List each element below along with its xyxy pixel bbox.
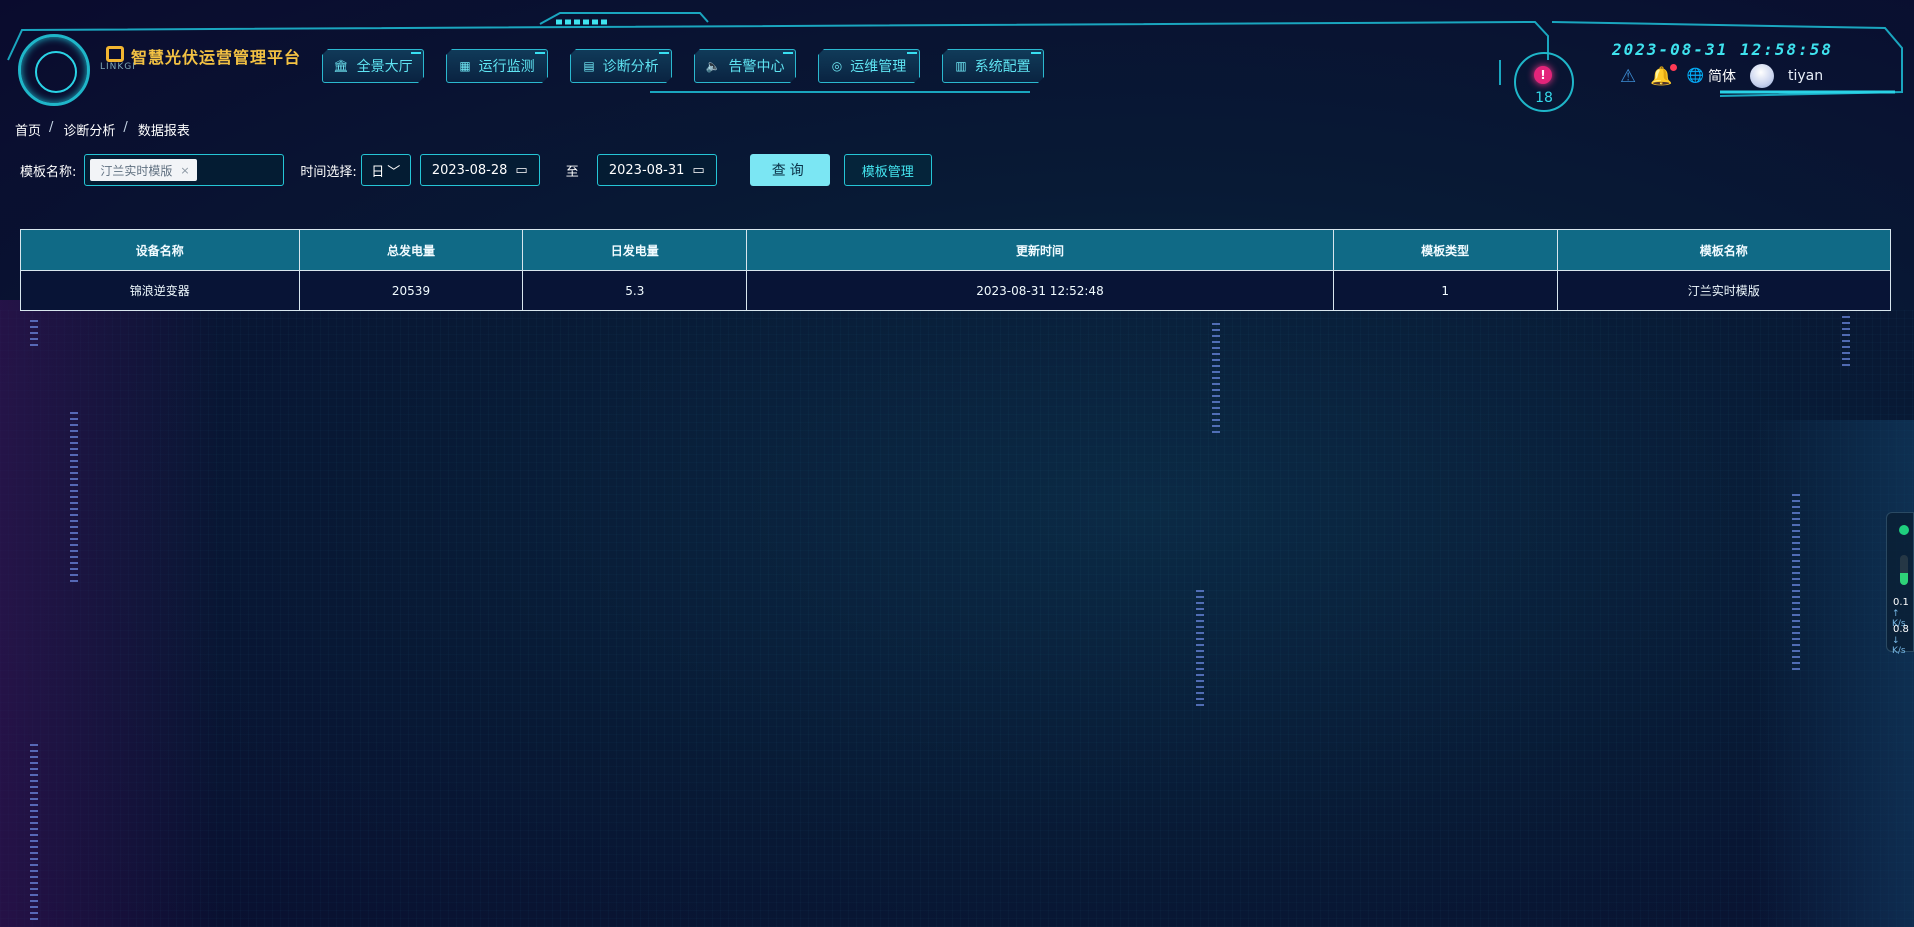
breadcrumb-home[interactable]: 首页 bbox=[15, 120, 41, 139]
brand-logo-icon bbox=[106, 46, 124, 62]
nav-maintenance[interactable]: ◎ 运维管理 bbox=[818, 49, 920, 83]
museum-icon: 🏛 bbox=[333, 59, 349, 73]
nav-operation-monitoring[interactable]: ▦ 运行监测 bbox=[446, 49, 548, 83]
cell-template-type: 1 bbox=[1332, 270, 1558, 311]
calendar-icon: ▭ bbox=[692, 162, 705, 178]
decor-bar bbox=[30, 316, 38, 346]
cell-total-generation: 20539 bbox=[298, 270, 524, 311]
decor-bar bbox=[70, 412, 78, 582]
brand-subtitle: LINKGI bbox=[100, 62, 136, 72]
cell-update-time: 2023-08-31 12:52:48 bbox=[746, 270, 1334, 311]
decor-bar bbox=[1212, 323, 1220, 433]
username[interactable]: tiyan bbox=[1788, 68, 1823, 84]
current-datetime: 2023-08-31 12:58:58 bbox=[1612, 40, 1834, 59]
nav-diagnosis-analysis[interactable]: ▤ 诊断分析 bbox=[570, 49, 672, 83]
time-select-label: 时间选择: bbox=[300, 164, 357, 180]
usage-bar bbox=[1900, 555, 1908, 585]
nav-panorama-hall[interactable]: 🏛 全景大厅 bbox=[322, 49, 424, 83]
grid-icon: ▦ bbox=[459, 59, 471, 73]
alarm-count: 18 bbox=[1535, 90, 1553, 106]
document-icon: ▤ bbox=[583, 59, 595, 73]
logo-emblem bbox=[18, 34, 90, 106]
template-select[interactable]: 汀兰实时模版 × bbox=[84, 154, 285, 186]
period-select[interactable]: 日 ﹀ bbox=[360, 154, 411, 186]
start-date-picker[interactable]: 2023-08-28 ▭ bbox=[419, 154, 540, 186]
header-tools: ⚠ 🔔 🌐 简体 tiyan bbox=[1620, 63, 1823, 88]
date-range-separator: 至 bbox=[565, 164, 579, 180]
breadcrumb-separator: / bbox=[49, 120, 54, 135]
globe-icon: 🌐 bbox=[1686, 68, 1704, 84]
template-tag: 汀兰实时模版 × bbox=[90, 159, 197, 181]
alarm-exclamation-icon: ! bbox=[1534, 66, 1552, 84]
decor-bar bbox=[30, 740, 38, 920]
nav-label: 告警中心 bbox=[728, 59, 785, 75]
decor-bar bbox=[1196, 586, 1204, 706]
bell-icon[interactable]: 🔔 bbox=[1650, 63, 1678, 87]
end-date-value: 2023-08-31 bbox=[608, 162, 685, 178]
column-header: 更新时间 bbox=[746, 229, 1334, 271]
breadcrumb-current: 数据报表 bbox=[137, 124, 190, 139]
column-header: 模板名称 bbox=[1556, 229, 1892, 271]
background-glow-right bbox=[1754, 420, 1914, 927]
warning-icon[interactable]: ⚠ bbox=[1620, 66, 1636, 87]
table-header-row: 设备名称 总发电量 日发电量 更新时间 模板类型 模板名称 bbox=[20, 229, 1892, 271]
decor-bar bbox=[1842, 316, 1850, 366]
tool-icon: ◎ bbox=[831, 59, 843, 73]
chevron-down-icon: ﹀ bbox=[387, 164, 401, 180]
download-unit: ↓ K/s bbox=[1892, 636, 1906, 656]
world-map-background bbox=[0, 310, 1914, 927]
breadcrumb: 首页 / 诊断分析 / 数据报表 bbox=[15, 120, 190, 139]
template-tag-label: 汀兰实时模版 bbox=[100, 163, 173, 178]
nav-label: 全景大厅 bbox=[356, 59, 413, 75]
template-manage-button[interactable]: 模板管理 bbox=[843, 154, 932, 186]
settings-icon: ▥ bbox=[955, 59, 967, 73]
nav-label: 运维管理 bbox=[850, 59, 907, 75]
status-dot bbox=[1899, 525, 1909, 535]
nav-alarm-center[interactable]: 🔈 告警中心 bbox=[694, 49, 796, 83]
column-header: 总发电量 bbox=[298, 229, 524, 271]
nav-system-config[interactable]: ▥ 系统配置 bbox=[942, 49, 1044, 83]
upload-value: 0.1 bbox=[1893, 597, 1909, 608]
calendar-icon: ▭ bbox=[515, 162, 528, 178]
period-value: 日 bbox=[371, 164, 385, 180]
decor-bar bbox=[1792, 490, 1800, 670]
cell-device-name: 锦浪逆变器 bbox=[20, 270, 300, 311]
download-value: 0.8 bbox=[1893, 624, 1909, 635]
template-name-label: 模板名称: bbox=[20, 164, 77, 180]
column-header: 设备名称 bbox=[20, 229, 300, 271]
column-header: 模板类型 bbox=[1332, 229, 1558, 271]
network-speed-widget[interactable]: 0.1 ↑ K/s 0.8 ↓ K/s bbox=[1886, 512, 1914, 656]
nav-label: 运行监测 bbox=[478, 59, 535, 75]
main-nav: 🏛 全景大厅 ▦ 运行监测 ▤ 诊断分析 🔈 告警中心 ◎ 运维管理 ▥ 系统配… bbox=[322, 49, 1044, 83]
filter-bar: 模板名称: 汀兰实时模版 × 时间选择: 日 ﹀ 2023-08-28 ▭ 至 … bbox=[20, 154, 932, 186]
start-date-value: 2023-08-28 bbox=[431, 162, 508, 178]
column-header: 日发电量 bbox=[522, 229, 748, 271]
platform-title: 智慧光伏运营管理平台 bbox=[131, 48, 302, 67]
query-button[interactable]: 查询 bbox=[749, 154, 830, 186]
language-label: 简体 bbox=[1708, 69, 1736, 85]
close-icon[interactable]: × bbox=[180, 164, 189, 177]
cell-template-name: 汀兰实时模版 bbox=[1556, 270, 1892, 311]
top-header: 智慧光伏运营管理平台 LINKGI 🏛 全景大厅 ▦ 运行监测 ▤ 诊断分析 🔈… bbox=[0, 0, 1914, 118]
table-row: 锦浪逆变器 20539 5.3 2023-08-31 12:52:48 1 汀兰… bbox=[20, 270, 1892, 311]
end-date-picker[interactable]: 2023-08-31 ▭ bbox=[596, 154, 717, 186]
data-report-table: 设备名称 总发电量 日发电量 更新时间 模板类型 模板名称 锦浪逆变器 2053… bbox=[20, 229, 1892, 311]
breadcrumb-diagnosis[interactable]: 诊断分析 bbox=[63, 120, 115, 139]
nav-label: 诊断分析 bbox=[602, 59, 659, 75]
alarm-indicator[interactable]: ! 18 bbox=[1514, 50, 1574, 118]
speaker-icon: 🔈 bbox=[705, 59, 721, 73]
breadcrumb-separator: / bbox=[123, 120, 128, 135]
nav-label: 系统配置 bbox=[974, 59, 1031, 75]
cell-daily-generation: 5.3 bbox=[522, 270, 748, 311]
avatar[interactable] bbox=[1750, 64, 1774, 88]
language-switch[interactable]: 🌐 简体 bbox=[1687, 66, 1736, 86]
